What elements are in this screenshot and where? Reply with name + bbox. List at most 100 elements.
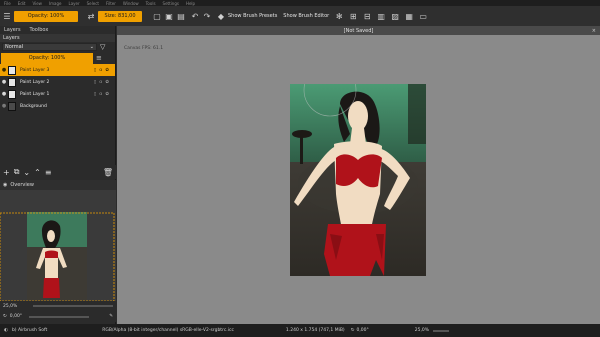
delete-layer-icon[interactable]: 🗑 — [103, 168, 113, 177]
current-brush[interactable]: b) Airbrush Soft — [12, 328, 47, 333]
blend-menu-icon[interactable]: ☰ — [2, 11, 12, 21]
document-tab[interactable]: [Not Saved] × — [117, 26, 600, 35]
layer-name: Background — [20, 103, 47, 109]
layers-bottom-toolbar: + ⧉ ⌄ ⌃ ≡ 🗑 — [0, 165, 116, 179]
rotate-icon[interactable]: ↻ — [351, 328, 355, 333]
swap-icon[interactable]: ⇄ — [86, 11, 96, 21]
undo-icon[interactable]: ↶ — [190, 11, 200, 21]
lock-icon: ▯ — [93, 67, 97, 73]
menu-window[interactable]: Window — [123, 1, 139, 6]
inherit-icon: ✿ — [105, 79, 109, 85]
layer-row[interactable]: ● Paint Layer 1 ▯ α ✿ — [0, 88, 115, 100]
rotate-icon[interactable]: ↻ — [3, 314, 7, 319]
size-slider[interactable]: Size: 831,00 — [98, 10, 142, 22]
layer-thumbnail — [8, 77, 16, 87]
status-zoom-slider[interactable] — [433, 329, 450, 332]
docker-tabs: Layers Toolbox — [0, 26, 115, 34]
artwork-canvas[interactable] — [290, 63, 426, 276]
move-up-icon[interactable]: ⌃ — [34, 168, 41, 177]
overview-header: ◉ Overview — [0, 180, 116, 190]
brush-icon[interactable]: ◐ — [4, 328, 8, 333]
opacity-slider[interactable]: Opacity: 100% — [14, 10, 78, 22]
status-zoom[interactable]: 25,0% — [415, 328, 429, 333]
layer-row[interactable]: ● Background — [0, 100, 115, 112]
layer-flags: ▯ α ✿ — [94, 80, 115, 85]
rotation-value[interactable]: 0,00° — [10, 314, 22, 319]
krita-window: File Edit View Image Layer Select Filter… — [0, 0, 600, 337]
window-icon[interactable]: ▭ — [418, 11, 428, 21]
move-down-icon[interactable]: ⌄ — [23, 168, 30, 177]
zoom-controls: 25,0% — [0, 301, 116, 311]
overview-panel[interactable] — [0, 190, 116, 302]
settings-icon[interactable]: ✻ — [334, 11, 344, 21]
overview-thumbnail — [0, 190, 116, 302]
mirror-horizontal-icon[interactable]: ⊞ — [348, 11, 358, 21]
menu-filter[interactable]: Filter — [106, 1, 116, 6]
close-icon[interactable]: × — [592, 28, 596, 34]
layer-row[interactable]: ● Paint Layer 3 ▯ α ✿ — [0, 64, 115, 76]
menu-view[interactable]: View — [32, 1, 42, 6]
open-document-icon[interactable]: ▣ — [164, 11, 174, 21]
layer-row[interactable]: ● Paint Layer 2 ▯ α ✿ — [0, 76, 115, 88]
layers-title: Layers — [3, 35, 20, 41]
brush-toolbar: ☰ Opacity: 100% ⇄ Size: 831,00 ▢ ▣ ▤ ↶ ↷… — [0, 6, 600, 26]
layer-opacity-slider[interactable]: Opacity: 100% — [1, 52, 93, 64]
layer-properties-icon[interactable]: ≡ — [45, 168, 52, 177]
menu-settings[interactable]: Settings — [163, 1, 179, 6]
zoom-value[interactable]: 25,0% — [3, 304, 17, 309]
mirror-vertical-icon[interactable]: ⊟ — [362, 11, 372, 21]
visibility-icon[interactable]: ● — [0, 67, 8, 73]
layer-name: Paint Layer 2 — [20, 79, 50, 85]
menu-image[interactable]: Image — [49, 1, 62, 6]
color-profile: RGB/Alpha (8-bit integer/channel) sRGB-e… — [102, 328, 234, 333]
rotation-slider[interactable] — [29, 315, 90, 318]
tab-layers[interactable]: Layers — [4, 27, 21, 33]
redo-icon[interactable]: ↷ — [202, 11, 212, 21]
filter-icon[interactable]: ▽ — [100, 43, 105, 51]
layer-thumbnail — [8, 65, 16, 75]
layer-menu-icon[interactable]: ≡ — [96, 54, 102, 62]
zoom-slider[interactable] — [33, 305, 113, 307]
blend-row: Normal ⌄ ▽ — [0, 42, 115, 52]
show-brush-editor-button[interactable]: Show Brush Editor — [283, 13, 329, 19]
menu-tools[interactable]: Tools — [146, 1, 156, 6]
new-document-icon[interactable]: ▢ — [152, 11, 162, 21]
visibility-icon[interactable]: ● — [0, 103, 8, 109]
status-bar: ◐ b) Airbrush Soft RGB/Alpha (8-bit inte… — [0, 324, 600, 337]
menu-select[interactable]: Select — [87, 1, 99, 6]
overview-toggle-icon[interactable]: ◉ — [3, 182, 7, 188]
opacity-row: Opacity: 100% ≡ — [0, 52, 115, 64]
layer-thumbnail — [8, 89, 16, 99]
layers-header: Layers — [0, 34, 115, 42]
blend-mode-select[interactable]: Normal ⌄ — [2, 43, 97, 51]
lock-icon: ▯ — [93, 79, 97, 85]
layer-flags: ▯ α ✿ — [94, 68, 115, 73]
blend-mode-value: Normal — [5, 44, 24, 50]
image-icon[interactable]: ▨ — [390, 11, 400, 21]
visibility-icon[interactable]: ● — [0, 79, 8, 85]
show-brush-presets-button[interactable]: Show Brush Presets — [228, 13, 277, 19]
menu-layer[interactable]: Layer — [68, 1, 79, 6]
layout-icon[interactable]: ▦ — [404, 11, 414, 21]
add-layer-icon[interactable]: + — [3, 168, 10, 177]
tab-toolbox[interactable]: Toolbox — [30, 27, 49, 33]
menu-help[interactable]: Help — [186, 1, 195, 6]
inherit-icon: ✿ — [105, 67, 109, 73]
menu-file[interactable]: File — [4, 1, 11, 6]
save-icon[interactable]: ▤ — [176, 11, 186, 21]
rotation-controls: ↻ 0,00° ✎ — [0, 311, 116, 322]
pin-icon[interactable]: ✎ — [109, 314, 113, 319]
overview-title: Overview — [10, 182, 34, 188]
layer-name: Paint Layer 1 — [20, 91, 50, 97]
duplicate-layer-icon[interactable]: ⧉ — [14, 167, 20, 177]
document-title: [Not Saved] — [343, 27, 374, 34]
image-dimensions: 1.240 x 1.754 (747,1 MiB) — [285, 328, 345, 333]
menu-edit[interactable]: Edit — [18, 1, 26, 6]
workspace-icon[interactable]: ▥ — [376, 11, 386, 21]
status-rotation[interactable]: 0,00° — [356, 328, 368, 333]
visibility-icon[interactable]: ● — [0, 91, 8, 97]
canvas-fps: Canvas FPS: 61.1 — [124, 46, 164, 51]
eraser-icon[interactable]: ◆ — [216, 11, 226, 21]
layer-flags: ▯ α ✿ — [94, 92, 115, 97]
layer-name: Paint Layer 3 — [20, 67, 50, 73]
